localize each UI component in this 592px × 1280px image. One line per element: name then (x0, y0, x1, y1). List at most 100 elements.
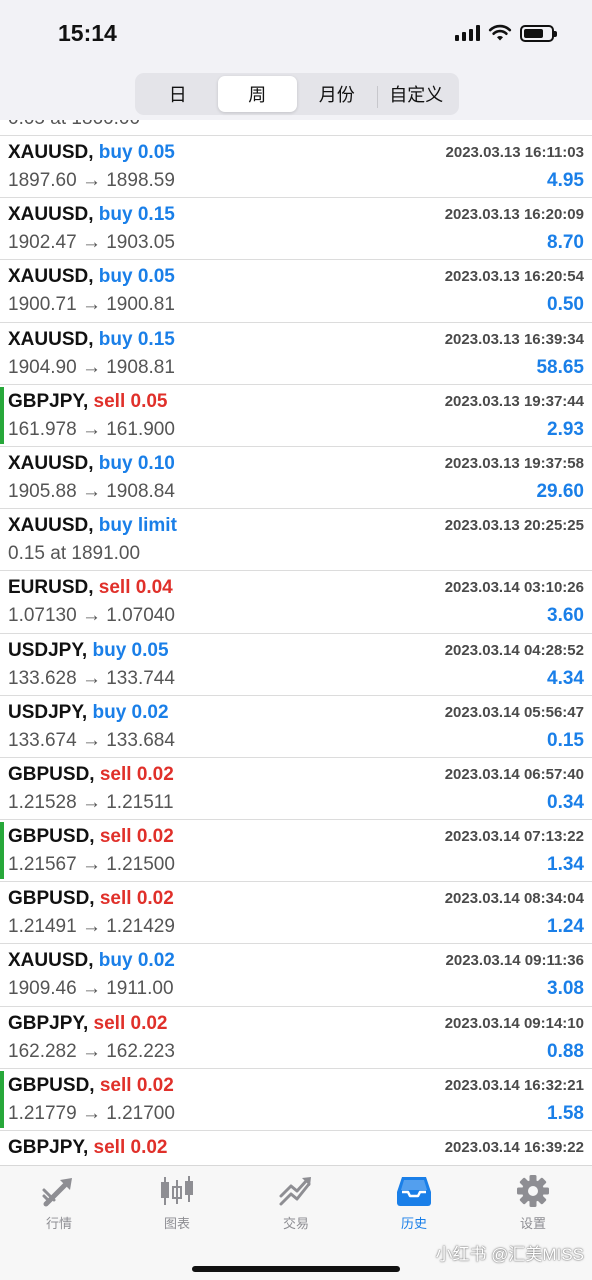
trade-prices: 162.282 → 162.223 (8, 1040, 175, 1062)
trade-row[interactable]: XAUUSD, buy 0.15 2023.03.13 16:39:34 1904.… (0, 323, 592, 385)
trade-symbol: USDJPY, (8, 701, 88, 723)
trade-symbol: XAUUSD, (8, 515, 94, 537)
tab-chart[interactable]: 图表 (118, 1174, 236, 1234)
trade-profit: 58.65 (536, 356, 584, 378)
trade-side: buy 0.05 (98, 266, 175, 288)
trade-row[interactable]: GBPUSD, sell 0.02 2023.03.14 06:57:40 1.21… (0, 758, 592, 821)
trade-profit: 2.93 (547, 418, 584, 440)
trade-title: GBPUSD, sell 0.02 (8, 1075, 174, 1097)
trade-row[interactable]: USDJPY, buy 0.05 2023.03.14 04:28:52 133.6… (0, 634, 592, 696)
trade-row[interactable]: XAUUSD, buy 0.05 2023.03.13 16:11:03 1897.… (0, 136, 592, 199)
trade-profit: 3.08 (547, 978, 584, 1000)
trade-symbol: GBPUSD, (8, 826, 95, 848)
tab-quotes[interactable]: 行情 (0, 1174, 118, 1234)
trade-row[interactable]: EURUSD, sell 0.04 2023.03.14 03:10:26 1.07… (0, 571, 592, 634)
trade-time: 2023.03.14 03:10:26 (444, 579, 584, 597)
trade-prices: 1.07130 → 1.07040 (8, 605, 175, 627)
tab-trade[interactable]: 交易 (237, 1174, 355, 1234)
trade-row[interactable]: XAUUSD, buy limit 2023.03.13 20:25:25 0.15… (0, 509, 592, 572)
history-icon (397, 1177, 431, 1206)
trade-side: buy 0.15 (98, 204, 175, 226)
trade-row[interactable]: GBPJPY, sell 0.02 2023.03.14 09:14:10 162.… (0, 1007, 592, 1069)
trade-row[interactable]: GBPUSD, sell 0.02 2023.03.14 16:32:21 1.21… (0, 1069, 592, 1131)
trade-time: 2023.03.14 05:56:47 (444, 703, 584, 721)
history-list[interactable]: 0.05 at 1860.00 XAUUSD, buy 0.05 2023.03.… (0, 120, 592, 1165)
tab-history-label: 历史 (400, 1216, 427, 1231)
segment-day[interactable]: 日 (138, 76, 218, 112)
trade-title: XAUUSD, buy 0.10 (8, 453, 175, 475)
trade-prices: 0.15 at 1891.00 (8, 543, 141, 565)
trade-time: 2023.03.14 06:57:40 (444, 765, 584, 783)
period-segmented-control: 日 周 月份 自定义 (135, 73, 459, 115)
trade-title: EURUSD, sell 0.04 (8, 577, 173, 599)
trade-row[interactable]: XAUUSD, buy 0.15 2023.03.13 16:20:09 1902.… (0, 198, 592, 261)
trade-side: sell 0.02 (93, 1137, 168, 1158)
trade-side: buy limit (98, 515, 177, 537)
trade-title: GBPJPY, sell 0.02 (8, 1013, 168, 1035)
trade-time: 2023.03.14 04:28:52 (444, 641, 584, 659)
status-icons (455, 24, 557, 42)
trade-side: buy 0.02 (92, 701, 169, 723)
trade-side: buy 0.05 (98, 142, 175, 163)
trade-prices: 1900.71 → 1900.81 (8, 294, 175, 316)
trade-symbol: XAUUSD, (8, 266, 94, 288)
trade-profit: 1.24 (547, 916, 584, 938)
trade-prices: 161.978 → 161.900 (8, 418, 175, 440)
trade-symbol: XAUUSD, (8, 452, 94, 474)
trade-profit: 0.34 (547, 791, 584, 813)
trade-symbol: USDJPY, (8, 639, 88, 661)
list-item-partial[interactable]: 0.05 at 1860.00 (0, 120, 592, 136)
trade-prices: 1905.88 → 1908.84 (8, 480, 175, 502)
trade-prices: 1904.90 → 1908.81 (8, 356, 175, 378)
segment-custom[interactable]: 自定义 (376, 76, 457, 112)
trade-prices: 1.21779 → 1.21700 (8, 1102, 175, 1124)
trade-time: 2023.03.14 09:14:10 (444, 1014, 584, 1032)
trade-row[interactable]: XAUUSD, buy 0.02 2023.03.14 09:11:36 1909.… (0, 944, 592, 1007)
tab-history[interactable]: 历史 (355, 1174, 473, 1234)
period-header: 日 周 月份 自定义 (0, 66, 592, 120)
trade-row[interactable]: GBPUSD, sell 0.02 2023.03.14 07:13:22 1.21… (0, 820, 592, 883)
trade-row[interactable]: XAUUSD, buy 0.10 2023.03.13 19:37:58 1905.… (0, 447, 592, 510)
trade-profit: 0.15 (547, 729, 584, 751)
trade-profit: 0.50 (547, 294, 584, 316)
trade-row[interactable]: GBPUSD, sell 0.02 2023.03.14 08:34:04 1.21… (0, 882, 592, 945)
segment-week[interactable]: 周 (217, 76, 297, 112)
trade-title: GBPUSD, sell 0.02 (8, 764, 174, 786)
trade-prices: 1909.46 → 1911.00 (8, 978, 174, 1000)
trade-row[interactable]: XAUUSD, buy 0.05 2023.03.13 16:20:54 1900.… (0, 260, 592, 323)
trade-side: sell 0.02 (99, 826, 174, 848)
trade-title: USDJPY, buy 0.05 (8, 640, 169, 662)
trade-icon (279, 1177, 311, 1206)
trade-side: sell 0.02 (99, 1074, 174, 1096)
tab-trade-label: 交易 (282, 1216, 309, 1231)
trade-symbol: XAUUSD, (8, 204, 94, 226)
trade-title: GBPJPY, sell 0.02 (8, 1137, 168, 1159)
trade-time: 2023.03.14 07:13:22 (444, 828, 584, 846)
trade-symbol: GBPUSD, (8, 763, 95, 785)
trade-title: XAUUSD, buy 0.15 (8, 329, 175, 351)
trade-prices: 133.674 → 133.684 (8, 729, 175, 751)
trade-symbol: GBPUSD, (8, 1074, 95, 1096)
tab-quotes-label: 行情 (45, 1216, 72, 1231)
segment-month[interactable]: 月份 (297, 76, 377, 112)
trade-time: 2023.03.14 09:11:36 (445, 952, 584, 970)
trade-row[interactable]: GBPJPY, sell 0.02 2023.03.14 16:39:22 (0, 1131, 592, 1165)
trade-prices: 1897.60 → 1898.59 (8, 170, 175, 191)
trade-profit: 4.95 (547, 170, 584, 191)
trade-profit: 4.34 (547, 667, 584, 689)
trade-symbol: XAUUSD, (8, 328, 94, 350)
trade-row[interactable]: GBPJPY, sell 0.05 2023.03.13 19:37:44 161.… (0, 385, 592, 447)
trade-title: GBPUSD, sell 0.02 (8, 888, 174, 910)
trade-row[interactable]: USDJPY, buy 0.02 2023.03.14 05:56:47 133.6… (0, 696, 592, 758)
trade-side: sell 0.02 (99, 763, 174, 785)
chart-icon (161, 1176, 193, 1205)
trade-time: 2023.03.13 19:37:44 (444, 392, 584, 410)
tab-settings[interactable]: 设置 (474, 1174, 592, 1234)
trade-prices: 1.21491 → 1.21429 (8, 916, 175, 938)
trade-time: 2023.03.13 16:39:34 (444, 330, 584, 348)
quotes-icon (42, 1178, 72, 1207)
trade-side: sell 0.02 (99, 888, 174, 910)
trade-side: sell 0.04 (98, 577, 173, 599)
trade-profit: 3.60 (547, 605, 584, 627)
battery-icon (520, 24, 557, 42)
